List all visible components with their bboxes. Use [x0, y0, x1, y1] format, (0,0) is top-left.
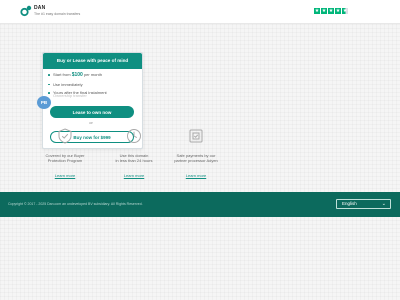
- benefit-list: Start from $100 per month Use immediatel…: [43, 69, 142, 98]
- star-icon: ★: [314, 8, 320, 14]
- list-item: Yours after the final instalment Ownersh…: [48, 90, 142, 98]
- learn-more-link[interactable]: Learn more: [124, 173, 144, 178]
- learn-more-link[interactable]: Learn more: [55, 173, 75, 178]
- brand[interactable]: DAN The #1 easy domain transfers: [34, 5, 80, 16]
- price-value: $100: [71, 72, 83, 78]
- clock-icon: [127, 129, 141, 143]
- chat-avatar[interactable]: PB: [37, 96, 51, 109]
- price-suffix: per month: [83, 72, 102, 77]
- shield-icon: [58, 128, 72, 144]
- list-item: Start from $100 per month: [48, 72, 142, 79]
- trustpilot-rating[interactable]: ★ ★ ★ ★ ★: [314, 8, 348, 14]
- brand-name: DAN: [34, 5, 46, 11]
- half-star-icon: ★: [342, 8, 348, 14]
- copyright-text: Copyright © 2017 - 2025 Dan.com an undev…: [8, 202, 143, 206]
- payment-icon: [189, 129, 203, 143]
- feature-fast-transfer: Use this domain in less than 24 hours Le…: [99, 128, 169, 182]
- list-item: Use immediately: [48, 82, 142, 88]
- language-value: English: [342, 201, 357, 206]
- feature-buyer-protection: Covered by our Buyer Protection Program …: [30, 128, 100, 182]
- brand-tagline: The #1 easy domain transfers: [34, 12, 81, 16]
- feature-safe-payments: Safe payments by our partner processor A…: [161, 128, 231, 182]
- star-icon: ★: [335, 8, 341, 14]
- feature-text: Safe payments by our partner processor A…: [174, 153, 218, 163]
- chevron-down-icon: ⌄: [381, 201, 386, 207]
- card-title: Buy or Lease with peace of mind: [43, 53, 142, 69]
- lease-to-own-button[interactable]: Lease to own now: [50, 106, 134, 118]
- star-icon: ★: [328, 8, 334, 14]
- learn-more-link[interactable]: Learn more: [186, 173, 206, 178]
- or-divider: or: [89, 120, 93, 125]
- top-bar: DAN The #1 easy domain transfers ★ ★ ★ ★…: [0, 0, 400, 24]
- price-prefix: Start from: [53, 72, 71, 77]
- language-select[interactable]: English ⌄: [336, 199, 391, 209]
- feature-text: Use this domain in less than 24 hours: [115, 153, 153, 163]
- star-icon: ★: [321, 8, 327, 14]
- dan-logo-icon[interactable]: [20, 5, 32, 17]
- feature-text: Covered by our Buyer Protection Program: [45, 153, 85, 163]
- item-own-overlap: Ownership transfer: [53, 93, 87, 98]
